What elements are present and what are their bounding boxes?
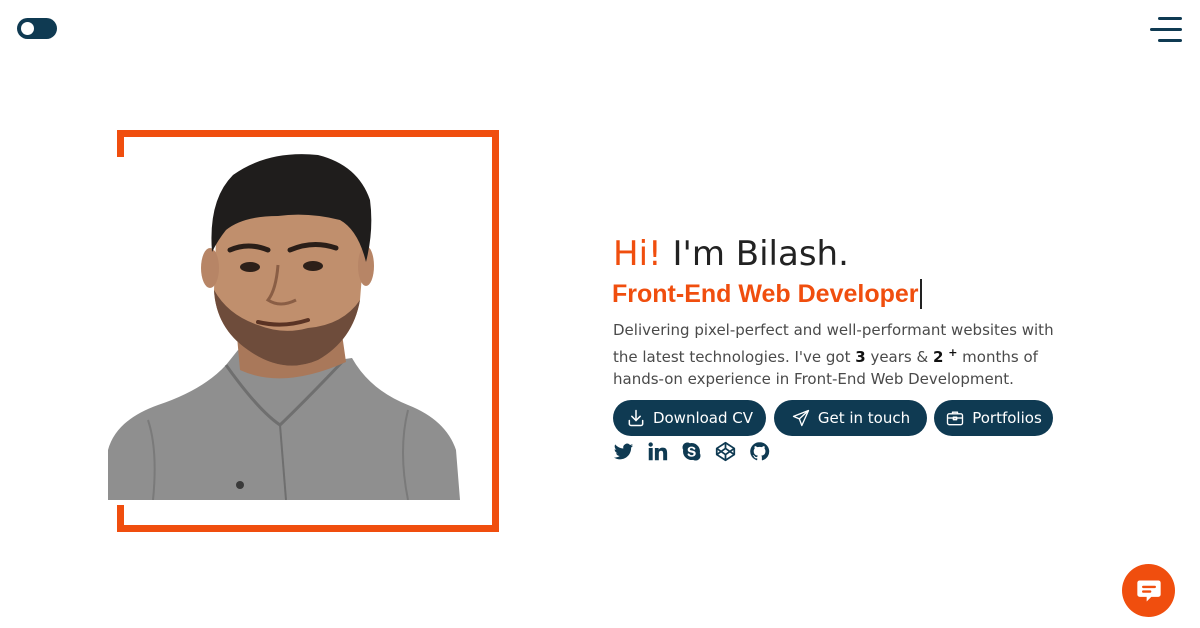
github-icon[interactable] bbox=[749, 441, 770, 462]
download-cv-label: Download CV bbox=[652, 409, 754, 427]
get-in-touch-label: Get in touch bbox=[817, 409, 911, 427]
hamburger-menu-icon[interactable] bbox=[1150, 17, 1182, 43]
codepen-icon[interactable] bbox=[715, 441, 736, 462]
chat-button[interactable] bbox=[1122, 564, 1175, 617]
menu-line bbox=[1158, 17, 1182, 20]
paper-plane-icon bbox=[792, 409, 810, 427]
hero-greeting: Hi! I'm Bilash. bbox=[613, 234, 849, 274]
skype-icon[interactable] bbox=[681, 441, 702, 462]
menu-line bbox=[1150, 28, 1182, 31]
social-links bbox=[613, 441, 770, 462]
portrait-frame bbox=[492, 130, 499, 532]
hero-role: Front-End Web Developer bbox=[612, 279, 922, 309]
bio-years: 3 bbox=[855, 347, 866, 366]
portrait-frame bbox=[117, 525, 499, 532]
typing-cursor bbox=[919, 279, 922, 309]
twitter-icon[interactable] bbox=[613, 441, 634, 462]
bio-months: 2 bbox=[932, 347, 944, 366]
briefcase-icon bbox=[947, 411, 964, 426]
toggle-knob bbox=[21, 22, 34, 35]
portfolios-button[interactable]: Portfolios bbox=[934, 400, 1053, 436]
theme-toggle[interactable] bbox=[17, 18, 57, 39]
get-in-touch-button[interactable]: Get in touch bbox=[774, 400, 927, 436]
role-text: Front-End Web Developer bbox=[612, 280, 919, 308]
download-cv-button[interactable]: Download CV bbox=[613, 400, 766, 436]
greeting-name: I'm Bilash. bbox=[661, 234, 849, 274]
portrait-frame bbox=[117, 130, 499, 137]
profile-portrait bbox=[108, 154, 460, 500]
download-icon bbox=[628, 409, 644, 427]
bio-part2: years & bbox=[865, 347, 933, 366]
menu-line bbox=[1158, 39, 1182, 42]
portrait-frame bbox=[117, 505, 124, 532]
chat-icon bbox=[1136, 580, 1161, 601]
greeting-hi: Hi! bbox=[613, 234, 662, 274]
linkedin-icon[interactable] bbox=[647, 441, 668, 462]
hero-bio: Delivering pixel-perfect and well-perfor… bbox=[613, 319, 1063, 391]
portfolios-label: Portfolios bbox=[972, 409, 1042, 427]
